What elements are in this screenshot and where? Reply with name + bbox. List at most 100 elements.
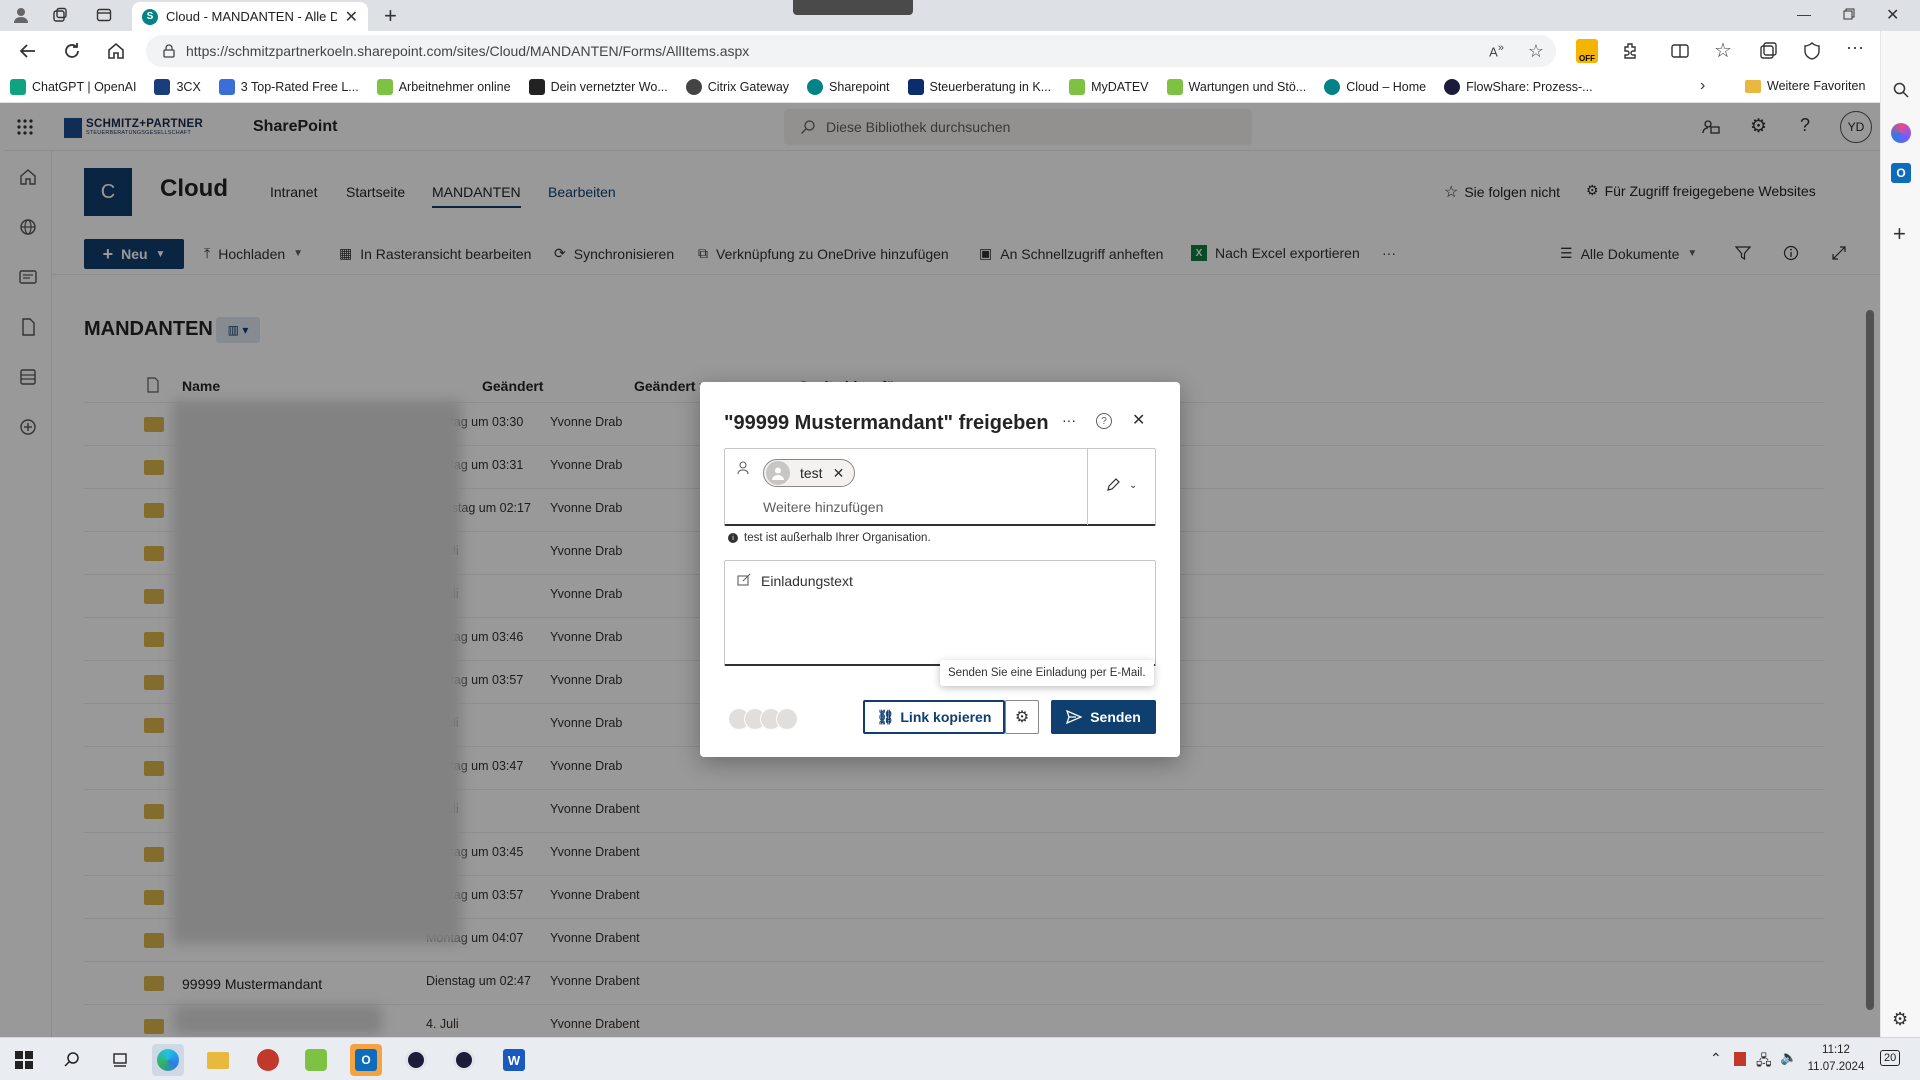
minimize-icon[interactable]: —: [1797, 6, 1811, 22]
favorite-1[interactable]: 3CX: [154, 78, 201, 95]
tray-app-icon[interactable]: [1734, 1052, 1746, 1066]
add-more-input[interactable]: Weitere hinzufügen: [763, 499, 883, 515]
copilot-sidebar-icon[interactable]: [1891, 123, 1911, 143]
url-text[interactable]: https://schmitzpartnerkoeln.sharepoint.c…: [186, 43, 1479, 59]
notion-icon: [528, 78, 545, 95]
clock-date: 11.07.2024: [1807, 1061, 1865, 1073]
browser-toolbar: https://schmitzpartnerkoeln.sharepoint.c…: [0, 31, 1920, 71]
lock-icon[interactable]: [162, 44, 176, 58]
sharepoint-icon: [1324, 78, 1341, 95]
refresh-icon[interactable]: [62, 41, 82, 61]
clock[interactable]: 11:12 11.07.2024: [1806, 1042, 1866, 1076]
search-icon[interactable]: [1892, 81, 1910, 99]
favorite-9[interactable]: Wartungen und Stö...: [1166, 78, 1306, 95]
external-warning: i test ist außerhalb Ihrer Organisation.: [728, 532, 931, 544]
app-icon[interactable]: [252, 1044, 284, 1076]
invitation-message-box[interactable]: Einladungstext: [724, 560, 1156, 666]
windows-taskbar: O W ⌃ 🖧 🔈 11:12 11.07.2024 20: [0, 1037, 1920, 1080]
favorite-star-icon[interactable]: ☆: [1528, 41, 1544, 62]
more-options-icon[interactable]: ···: [1062, 412, 1076, 428]
app-icon[interactable]: [300, 1044, 332, 1076]
favorite-2[interactable]: 3 Top-Rated Free L...: [218, 78, 359, 95]
extensions-icon[interactable]: [1620, 41, 1640, 61]
3cx-icon: [154, 78, 171, 95]
citrix-icon: [685, 78, 702, 95]
workspaces-icon[interactable]: [52, 7, 68, 23]
window-grip[interactable]: [793, 0, 913, 15]
permission-divider: [1087, 449, 1088, 525]
invitation-placeholder: Einladungstext: [761, 573, 853, 589]
close-window-icon[interactable]: ✕: [1886, 5, 1899, 25]
read-aloud-icon[interactable]: A»: [1489, 42, 1504, 59]
chevron-right-icon[interactable]: ›: [1700, 77, 1705, 95]
browser-essentials-icon[interactable]: [1802, 41, 1822, 61]
restore-icon[interactable]: [1843, 8, 1855, 20]
split-screen-icon[interactable]: [1670, 41, 1690, 61]
close-tab-icon[interactable]: ✕: [345, 7, 358, 27]
address-bar[interactable]: https://schmitzpartnerkoeln.sharepoint.c…: [146, 35, 1556, 67]
remove-recipient-icon[interactable]: ✕: [833, 465, 845, 482]
favorite-0[interactable]: ChatGPT | OpenAI: [10, 78, 136, 95]
tab-actions-icon[interactable]: [96, 7, 112, 23]
favorite-3[interactable]: Arbeitnehmer online: [376, 78, 511, 95]
outlook-taskbar-icon[interactable]: O: [350, 1044, 382, 1076]
favorite-7[interactable]: Steuerberatung in K...: [907, 78, 1051, 95]
datev-icon: [376, 78, 393, 95]
extension-off-badge[interactable]: OFF: [1576, 39, 1598, 63]
chatgpt-icon: [10, 78, 26, 95]
start-icon[interactable]: [8, 1044, 40, 1076]
recipient-box[interactable]: test ✕ Weitere hinzufügen ⌄: [724, 448, 1156, 526]
recipient-name: test: [800, 465, 823, 481]
link-settings-button[interactable]: ⚙: [1005, 700, 1039, 734]
pencil-icon: [1107, 478, 1120, 491]
back-icon[interactable]: [18, 41, 38, 61]
outlook-icon[interactable]: O: [1891, 163, 1911, 183]
recipient-chip[interactable]: test ✕: [763, 459, 856, 487]
favorite-11[interactable]: FlowShare: Prozess-...: [1444, 78, 1593, 95]
browser-titlebar: S Cloud - MANDANTEN - Alle Dok ✕ + — ✕: [0, 0, 1920, 31]
sharepoint-icon: [807, 78, 824, 95]
clock-time: 11:12: [1822, 1044, 1850, 1056]
copy-link-button[interactable]: ⛓ Link kopieren: [863, 700, 1005, 734]
mydatev-icon: [1069, 78, 1086, 95]
favorite-4[interactable]: Dein vernetzter Wo...: [528, 78, 668, 95]
task-view-icon[interactable]: [104, 1044, 136, 1076]
favorite-6[interactable]: Sharepoint: [807, 78, 890, 95]
network-icon[interactable]: 🖧: [1756, 1050, 1772, 1074]
recipient-avatars[interactable]: [728, 708, 798, 730]
edge-sidebar: O + ⚙: [1880, 31, 1920, 1037]
sidebar-settings-icon[interactable]: ⚙: [1892, 1009, 1908, 1030]
recipient-avatar: [766, 461, 790, 485]
help-icon[interactable]: ?: [1096, 413, 1112, 429]
add-sidebar-app-icon[interactable]: +: [1893, 221, 1906, 247]
search-icon[interactable]: [56, 1044, 88, 1076]
file-explorer-icon[interactable]: [202, 1044, 234, 1076]
profile-icon[interactable]: [12, 6, 30, 24]
favorite-10[interactable]: Cloud – Home: [1324, 78, 1426, 95]
settings-more-icon[interactable]: ···: [1846, 37, 1864, 58]
favorite-5[interactable]: Citrix Gateway: [685, 78, 789, 95]
home-icon[interactable]: [106, 41, 126, 61]
favorites-more-folder[interactable]: Weitere Favoriten: [1745, 79, 1865, 93]
gear-icon: ⚙: [1014, 709, 1030, 726]
volume-icon[interactable]: 🔈: [1780, 1049, 1797, 1066]
edge-taskbar-icon[interactable]: [152, 1044, 184, 1076]
new-tab-icon[interactable]: +: [384, 3, 397, 29]
paper-plane-icon: [218, 78, 235, 95]
flowshare-icon: [1444, 78, 1461, 95]
vpn-icon[interactable]: [448, 1044, 480, 1076]
favorites-icon[interactable]: ☆: [1714, 38, 1732, 63]
message-icon: [737, 573, 751, 587]
send-icon: [1066, 709, 1083, 725]
collections-icon[interactable]: [1758, 41, 1778, 61]
send-tooltip: Senden Sie eine Einladung per E-Mail.: [940, 660, 1154, 686]
permission-dropdown[interactable]: ⌄: [1105, 477, 1137, 493]
vpn-icon[interactable]: [400, 1044, 432, 1076]
send-button[interactable]: Senden: [1051, 700, 1156, 734]
favorite-8[interactable]: MyDATEV: [1069, 78, 1149, 95]
notifications-badge[interactable]: 20: [1880, 1050, 1901, 1066]
word-icon[interactable]: W: [498, 1044, 530, 1076]
close-dialog-icon[interactable]: ✕: [1132, 410, 1145, 430]
tray-chevron-icon[interactable]: ⌃: [1710, 1050, 1722, 1067]
browser-tab-active[interactable]: S Cloud - MANDANTEN - Alle Dok ✕: [132, 2, 368, 31]
